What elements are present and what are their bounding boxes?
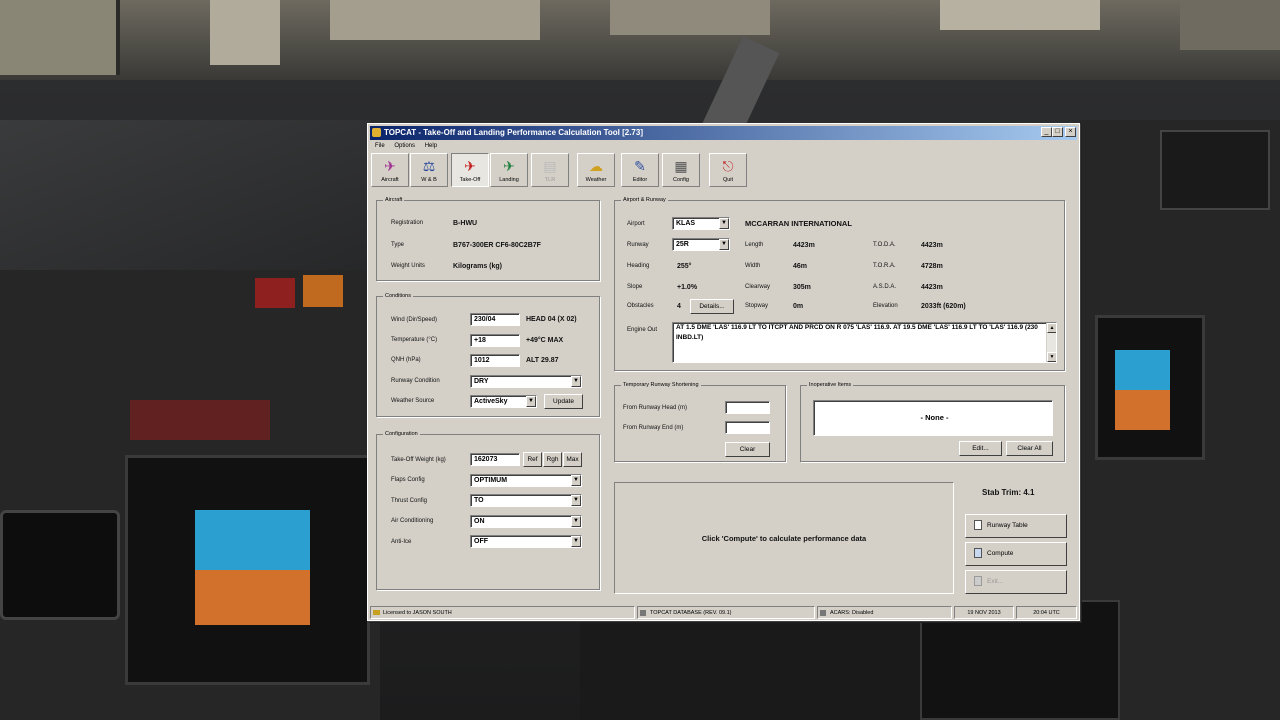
topcat-window: TOPCAT - Take-Off and Landing Performanc… (367, 123, 1080, 621)
status-date: 19 NOV 2013 (954, 606, 1014, 619)
status-database: TOPCAT DATABASE (REV. 09.1) (637, 606, 815, 619)
toolbar-weather[interactable]: ☁ Weather (577, 153, 615, 187)
window-title: TOPCAT - Take-Off and Landing Performanc… (384, 128, 643, 137)
status-acars: ACARS: Disabled (817, 606, 952, 619)
key-icon (373, 610, 380, 615)
stab-trim-value: Stab Trim: 4.1 (982, 488, 1035, 497)
quit-icon: ⎋ (722, 158, 734, 174)
minimize-button[interactable]: _ (1041, 127, 1052, 137)
runway-table-button[interactable]: Runway Table (965, 514, 1067, 538)
shortening-head-input[interactable] (725, 401, 770, 414)
engine-out-procedure[interactable]: AT 1.5 DME 'LAS' 116.9 LT TO ITCPT AND P… (672, 322, 1057, 363)
toolbar-aircraft[interactable]: ✈ Aircraft (371, 153, 409, 187)
menu-options[interactable]: Options (394, 143, 415, 149)
exit-button[interactable]: Exit... (965, 570, 1067, 594)
takeoff-icon: ✈ (464, 158, 476, 174)
anti-ice-select[interactable]: OFF ▼ (470, 535, 582, 548)
edit-inop-button[interactable]: Edit... (959, 441, 1002, 456)
aircraft-icon: ✈ (384, 158, 396, 174)
temperature-input[interactable]: +18 (470, 334, 520, 347)
configuration-group: Configuration Take-Off Weight (kg) 16207… (376, 430, 600, 590)
acars-icon (820, 610, 826, 616)
chevron-down-icon[interactable]: ▼ (719, 239, 729, 250)
ref-weight-button[interactable]: Ref (523, 452, 542, 467)
inoperative-items-group: Inoperative Items - None - Edit... Clear… (800, 381, 1065, 462)
max-weight-button[interactable]: Max (563, 452, 582, 467)
runway-shortening-group: Temporary Runway Shortening From Runway … (614, 381, 786, 462)
wind-input[interactable]: 230/04 (470, 313, 520, 326)
editor-icon: ✎ (634, 158, 646, 174)
toolbar-editor[interactable]: ✎ Editor (621, 153, 659, 187)
toolbar-tlr[interactable]: ▤ TLR (531, 153, 569, 187)
weight-balance-icon: ⚖ (422, 158, 436, 174)
runway-select[interactable]: 25R ▼ (672, 238, 730, 251)
takeoff-weight-input[interactable]: 162073 (470, 453, 520, 466)
chevron-down-icon[interactable]: ▼ (571, 516, 581, 527)
status-license: Licensed to JASON SOUTH (370, 606, 635, 619)
update-button[interactable]: Update (544, 394, 583, 409)
scroll-up-icon[interactable]: ▲ (1047, 323, 1056, 333)
chevron-down-icon[interactable]: ▼ (719, 218, 729, 229)
landing-icon: ✈ (503, 158, 515, 174)
chevron-down-icon[interactable]: ▼ (571, 475, 581, 486)
status-time: 20:04 UTC (1016, 606, 1077, 619)
menu-help[interactable]: Help (425, 143, 437, 149)
chevron-down-icon[interactable]: ▼ (571, 536, 581, 547)
runway-condition-select[interactable]: DRY ▼ (470, 375, 582, 388)
obstacle-details-button[interactable]: Details... (690, 299, 734, 314)
app-icon (372, 128, 381, 137)
inoperative-items-list[interactable]: - None - (813, 400, 1053, 436)
rgh-weight-button[interactable]: Rgh (543, 452, 562, 467)
exit-icon (974, 576, 982, 587)
thrust-config-select[interactable]: TO ▼ (470, 494, 582, 507)
compute-button[interactable]: Compute (965, 542, 1067, 566)
title-bar[interactable]: TOPCAT - Take-Off and Landing Performanc… (370, 126, 1077, 140)
config-icon: ▦ (674, 158, 688, 174)
weather-source-select[interactable]: ActiveSky ▼ (470, 395, 537, 408)
maximize-button[interactable]: □ (1052, 127, 1063, 137)
registration-value: B-HWU (453, 220, 478, 227)
toolbar-config[interactable]: ▦ Config (662, 153, 700, 187)
database-icon (640, 610, 646, 616)
menu-file[interactable]: File (375, 143, 385, 149)
toolbar-weight-balance[interactable]: ⚖ W & B (410, 153, 448, 187)
results-panel: Click 'Compute' to calculate performance… (614, 482, 954, 594)
chevron-down-icon[interactable]: ▼ (571, 495, 581, 506)
airport-name: MCCARRAN INTERNATIONAL (745, 219, 852, 228)
menu-bar: File Options Help (370, 141, 1077, 151)
chevron-down-icon[interactable]: ▼ (571, 376, 581, 387)
clear-shortening-button[interactable]: Clear (725, 442, 770, 457)
chevron-down-icon[interactable]: ▼ (526, 396, 536, 407)
weather-icon: ☁ (589, 158, 603, 174)
scroll-down-icon[interactable]: ▼ (1047, 352, 1056, 362)
units-value: Kilograms (kg) (453, 263, 503, 270)
shortening-end-input[interactable] (725, 421, 770, 434)
compute-icon (974, 548, 982, 559)
air-conditioning-select[interactable]: ON ▼ (470, 515, 582, 528)
flaps-config-select[interactable]: OPTIMUM ▼ (470, 474, 582, 487)
conditions-group: Conditions Wind (Dir/Speed) 230/04 HEAD … (376, 292, 600, 417)
tlr-icon: ▤ (543, 158, 557, 174)
type-value: B767-300ER CF6-80C2B7F (453, 242, 541, 249)
toolbar-quit[interactable]: ⎋ Quit (709, 153, 747, 187)
airport-runway-group: Airport & Runway Airport KLAS ▼ MCCARRAN … (614, 196, 1065, 371)
qnh-input[interactable]: 1012 (470, 354, 520, 367)
clear-all-inop-button[interactable]: Clear All (1006, 441, 1053, 456)
aircraft-group: Aircraft Registration B-HWU Type B767-30… (376, 196, 600, 281)
compute-hint: Click 'Compute' to calculate performance… (701, 534, 867, 543)
toolbar-landing[interactable]: ✈ Landing (490, 153, 528, 187)
engine-out-scrollbar[interactable]: ▲ ▼ (1046, 323, 1056, 362)
status-bar: Licensed to JASON SOUTH TOPCAT DATABASE … (370, 606, 1077, 619)
airport-select[interactable]: KLAS ▼ (672, 217, 730, 230)
toolbar-takeoff[interactable]: ✈ Take-Off (451, 153, 489, 187)
runway-table-icon (974, 520, 982, 531)
close-button[interactable]: × (1065, 127, 1076, 137)
